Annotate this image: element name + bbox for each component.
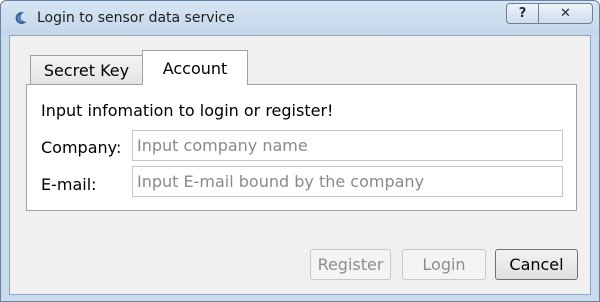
account-tab-panel: Input infomation to login or register! C… (26, 84, 577, 211)
email-placeholder: Input E-mail bound by the company (137, 172, 425, 191)
title-buttons: ? ✕ (506, 3, 593, 24)
app-logo-icon (15, 12, 27, 25)
company-input[interactable]: Input company name (132, 130, 563, 161)
tab-account[interactable]: Account (142, 50, 248, 85)
login-dialog: Login to sensor data service ? ✕ Secret … (0, 0, 600, 302)
close-button[interactable]: ✕ (539, 3, 593, 24)
company-placeholder: Input company name (137, 136, 308, 155)
window-title: Login to sensor data service (37, 10, 235, 26)
dialog-body: Secret Key Account Input infomation to l… (9, 35, 591, 295)
cancel-button[interactable]: Cancel (495, 249, 578, 280)
title-bar[interactable]: Login to sensor data service ? ✕ (1, 1, 599, 35)
help-icon: ? (518, 6, 527, 21)
login-prompt: Input infomation to login or register! (41, 101, 334, 120)
email-input[interactable]: Input E-mail bound by the company (132, 166, 563, 197)
register-button[interactable]: Register (310, 249, 391, 280)
help-button[interactable]: ? (506, 3, 539, 24)
close-icon: ✕ (560, 6, 571, 21)
email-label: E-mail: (41, 175, 97, 194)
company-label: Company: (41, 138, 122, 157)
tab-secret-key[interactable]: Secret Key (30, 55, 143, 84)
login-button[interactable]: Login (402, 249, 486, 280)
